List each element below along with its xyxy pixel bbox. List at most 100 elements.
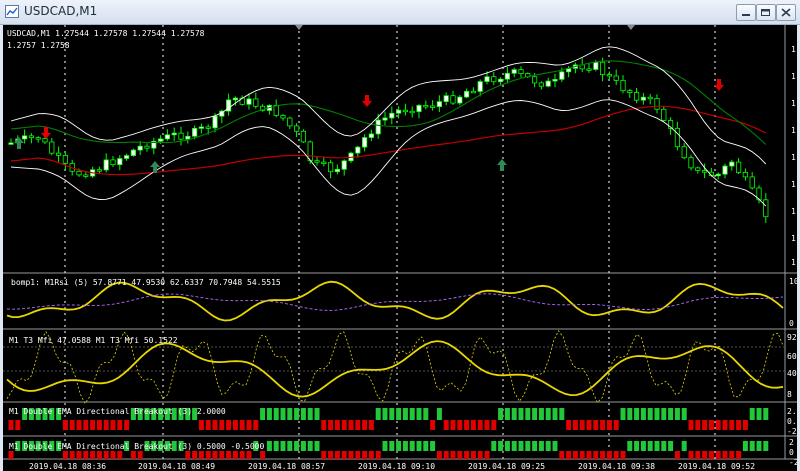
ema1-bar [457, 420, 463, 430]
ema1-bar [593, 420, 599, 430]
candle-body [470, 90, 477, 94]
ema2-bar [566, 451, 572, 459]
candle-body [198, 126, 204, 129]
candle-body [157, 138, 164, 142]
sell-arrow-icon [362, 95, 372, 107]
candle-body [586, 68, 592, 71]
ema1-bar [688, 420, 694, 430]
ema2-bar [511, 441, 517, 451]
candle-body [722, 165, 728, 175]
candle-body [83, 174, 89, 177]
ema2-panel-header: M1 Double EMA Directional Breakout (3) 0… [9, 442, 265, 451]
candle-body [300, 130, 307, 143]
bomp-tick: 0 [789, 319, 794, 328]
ema2-bar [681, 441, 687, 451]
ema1-bar [396, 408, 402, 420]
ema1-bar [450, 420, 456, 430]
price-tick: 1 [791, 180, 796, 189]
candle-body [606, 74, 613, 77]
candle-body [511, 69, 517, 74]
ema2-bar [525, 441, 531, 451]
ema1-bar [661, 408, 667, 420]
restore-icon [761, 9, 770, 16]
price-tick: 1 [791, 45, 796, 54]
ema1-bar [634, 408, 640, 420]
ema2-tick: 0 [789, 448, 794, 457]
chart-area[interactable]: USDCAD,M1 1.27544 1.27578 1.27544 1.2757… [3, 25, 797, 471]
close-button[interactable] [776, 4, 796, 21]
ema2-bar [715, 451, 721, 459]
minimize-icon [742, 14, 750, 16]
ema2-bar [110, 451, 116, 459]
chart-canvas[interactable] [3, 25, 797, 471]
title-bar[interactable]: USDCAD,M1 [0, 0, 800, 25]
candle-body [640, 96, 647, 101]
candle-body [423, 105, 429, 108]
ema2-bar [287, 441, 293, 451]
ema1-bar [287, 408, 293, 420]
candle-body [361, 137, 368, 148]
ema2-bar [212, 451, 218, 459]
ema2-bar [402, 441, 408, 451]
ema1-bar [83, 420, 89, 430]
candle-body [117, 158, 123, 166]
minimize-button[interactable] [736, 4, 756, 21]
candle-body [341, 160, 347, 170]
ema2-bar [702, 451, 708, 459]
ema2-bar [382, 441, 388, 451]
ema1-bar [545, 408, 551, 420]
candle-body [334, 168, 341, 173]
ema1-bar [430, 420, 436, 430]
candle-body [124, 155, 130, 159]
candle-body [321, 161, 327, 164]
ema1-bar [702, 420, 708, 430]
ema1-bar [647, 408, 653, 420]
ema2-bar [545, 441, 551, 451]
candle-body [763, 199, 769, 218]
candle-body [613, 75, 619, 81]
ema1-bar [314, 408, 320, 420]
ema1-bar [715, 420, 721, 430]
ema2-bar [260, 451, 266, 459]
candle-body [450, 95, 456, 104]
candle-body [749, 176, 755, 189]
ema2-bar [708, 451, 714, 459]
candle-body [463, 90, 470, 98]
ema2-bar [103, 451, 109, 459]
ema1-bar [341, 420, 347, 430]
ema2-bar [280, 441, 286, 451]
candle-body [205, 126, 211, 129]
candle-body [518, 69, 524, 74]
candle-body [21, 135, 28, 140]
ema1-bar [382, 408, 388, 420]
ema2-bar [756, 441, 762, 451]
ema1-bar [511, 408, 517, 420]
ema1-bar [600, 420, 606, 430]
mfi-panel-header: M1 T3 Mfi 47.0588 M1 T3 Mfi 50.1522 [9, 336, 178, 345]
ema1-bar [668, 408, 674, 420]
candle-body [681, 146, 687, 159]
ema2-bar [613, 451, 619, 459]
ema1-bar [62, 420, 68, 430]
ema1-tick: -2 [787, 427, 797, 436]
candle-body [484, 76, 490, 82]
candle-body [477, 81, 483, 92]
ema1-bar [355, 420, 361, 430]
ema2-bar [273, 441, 279, 451]
mfi-tick: 92 [787, 333, 797, 342]
chart-shift-marker-icon [627, 25, 635, 30]
ema1-bar [518, 408, 524, 420]
candle-body [674, 127, 681, 148]
ema2-bar [586, 451, 592, 459]
ema2-bar [627, 441, 633, 451]
ema1-bar [749, 408, 755, 420]
mfi-line [6, 340, 784, 398]
ema2-bar [552, 441, 558, 451]
ema1-bar [96, 420, 102, 430]
restore-button[interactable] [756, 4, 776, 21]
ema1-bar [232, 420, 238, 430]
ema1-bar [443, 420, 449, 430]
time-label: 2019.04.18 09:10 [358, 462, 436, 471]
ema2-bar [198, 451, 204, 459]
ma-medium-line [10, 60, 767, 145]
